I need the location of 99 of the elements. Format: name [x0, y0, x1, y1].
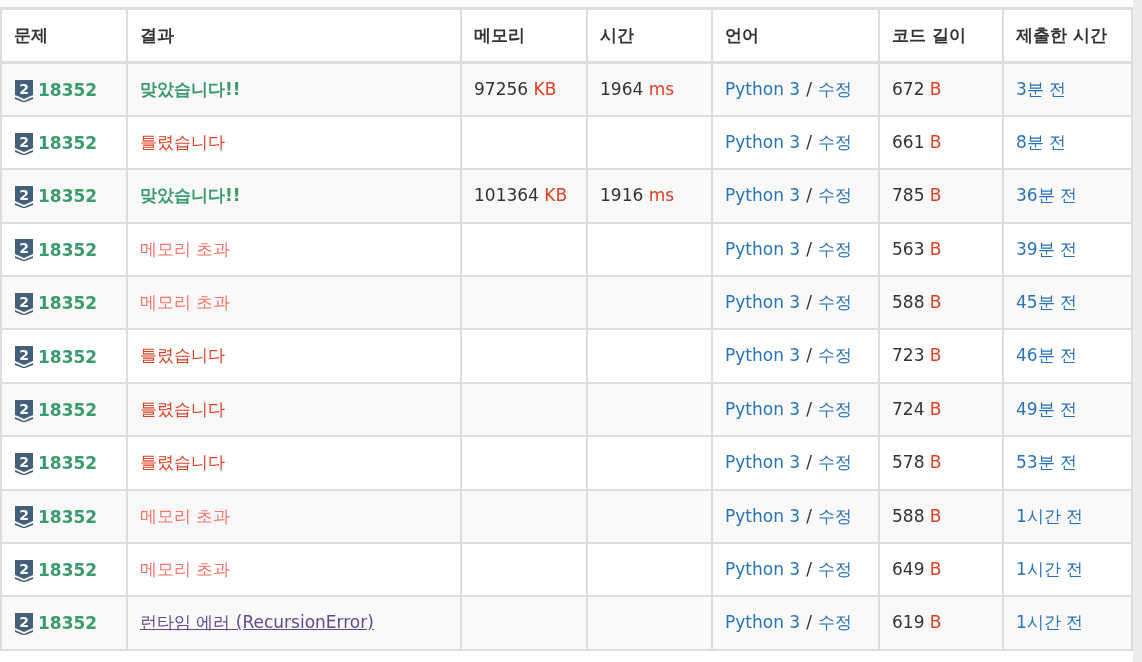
- problem-link[interactable]: 18352: [38, 237, 98, 264]
- code-length-text: 649 B: [892, 558, 942, 579]
- separator-slash: /: [806, 452, 812, 473]
- result-text: 틀렸습니다: [140, 452, 225, 473]
- column-header: 언어: [725, 24, 759, 45]
- code-length-text: 723 B: [892, 345, 942, 366]
- tier-badge: 2: [14, 506, 34, 529]
- code-length-text: 619 B: [892, 612, 942, 633]
- separator-slash: /: [806, 185, 812, 206]
- tier-badge: 2: [14, 186, 34, 209]
- submitted-time-link[interactable]: 8분 전: [1016, 131, 1067, 152]
- submitted-time-link[interactable]: 39분 전: [1016, 238, 1078, 259]
- language-link[interactable]: Python 3: [725, 131, 801, 152]
- tier-badge: 2: [14, 292, 34, 315]
- memory-text: 101364 KB: [474, 185, 568, 206]
- tier-badge: 2: [14, 399, 34, 422]
- language-link[interactable]: Python 3: [725, 505, 801, 526]
- edit-link[interactable]: 수정: [817, 505, 852, 526]
- edit-link[interactable]: 수정: [817, 78, 852, 99]
- result-text: 메모리 초과: [140, 238, 231, 259]
- code-length-text: 724 B: [892, 398, 942, 419]
- edit-link[interactable]: 수정: [817, 238, 852, 259]
- separator-slash: /: [806, 505, 812, 526]
- submitted-time-link[interactable]: 46분 전: [1016, 345, 1078, 366]
- column-header: 코드 길이: [892, 24, 966, 45]
- language-link[interactable]: Python 3: [725, 558, 801, 579]
- problem-link[interactable]: 18352: [38, 184, 98, 210]
- code-length-text: 588 B: [892, 505, 942, 526]
- problem-link[interactable]: 18352: [38, 130, 98, 157]
- code-length-text: 661 B: [892, 131, 942, 152]
- problem-link[interactable]: 18352: [38, 77, 98, 104]
- language-link[interactable]: Python 3: [725, 292, 801, 312]
- separator-slash: /: [806, 612, 812, 633]
- submitted-time-link[interactable]: 36분 전: [1016, 185, 1078, 206]
- separator-slash: /: [806, 292, 812, 312]
- problem-link[interactable]: 18352: [38, 451, 98, 477]
- column-header: 제출한 시간: [1016, 24, 1107, 45]
- language-link[interactable]: Python 3: [725, 398, 801, 419]
- submitted-time-link[interactable]: 49분 전: [1016, 398, 1078, 419]
- submitted-time-link[interactable]: 1시간 전: [1016, 612, 1084, 633]
- edit-link[interactable]: 수정: [817, 558, 852, 579]
- edit-link[interactable]: 수정: [817, 131, 852, 152]
- result-text: 메모리 초과: [140, 292, 231, 312]
- language-link[interactable]: Python 3: [725, 185, 801, 206]
- edit-link[interactable]: 수정: [817, 185, 852, 206]
- result-text: 틀렸습니다: [140, 131, 225, 152]
- separator-slash: /: [806, 345, 812, 366]
- problem-link[interactable]: 18352: [38, 291, 98, 317]
- language-link[interactable]: Python 3: [725, 452, 801, 473]
- language-link[interactable]: Python 3: [725, 78, 801, 99]
- code-length-text: 785 B: [892, 185, 942, 206]
- separator-slash: /: [806, 238, 812, 259]
- result-text: 틀렸습니다: [140, 398, 225, 419]
- problem-link[interactable]: 18352: [38, 397, 98, 424]
- tier-badge: 2: [14, 79, 34, 102]
- column-header: 결과: [140, 24, 174, 45]
- language-link[interactable]: Python 3: [725, 612, 801, 633]
- separator-slash: /: [806, 78, 812, 99]
- tier-badge: 2: [14, 346, 34, 369]
- code-length-text: 588 B: [892, 292, 942, 312]
- language-link[interactable]: Python 3: [725, 238, 801, 259]
- problem-link[interactable]: 18352: [38, 504, 98, 531]
- edit-link[interactable]: 수정: [817, 292, 852, 312]
- result-text: 메모리 초과: [140, 505, 231, 526]
- edit-link[interactable]: 수정: [817, 452, 852, 473]
- memory-text: 97256 KB: [474, 78, 557, 99]
- tier-badge: 2: [14, 559, 34, 582]
- tier-badge: 2: [14, 132, 34, 155]
- time-text: 1964 ms: [600, 78, 675, 99]
- column-header: 메모리: [474, 24, 525, 45]
- code-length-text: 563 B: [892, 238, 942, 259]
- edit-link[interactable]: 수정: [817, 612, 852, 633]
- separator-slash: /: [806, 398, 812, 419]
- time-text: 1916 ms: [600, 185, 675, 206]
- problem-link[interactable]: 18352: [38, 611, 98, 637]
- result-text: 틀렸습니다: [140, 345, 225, 366]
- tier-badge: 2: [14, 239, 34, 262]
- result-link[interactable]: 런타임 에러 (RecursionError): [140, 612, 374, 633]
- submitted-time-link[interactable]: 1시간 전: [1016, 505, 1084, 526]
- column-header: 시간: [600, 24, 634, 45]
- submitted-time-link[interactable]: 1시간 전: [1016, 558, 1084, 579]
- problem-link[interactable]: 18352: [38, 558, 98, 584]
- result-text: 맞았습니다!!: [140, 78, 241, 99]
- separator-slash: /: [806, 558, 812, 579]
- code-length-text: 578 B: [892, 452, 942, 473]
- separator-slash: /: [806, 131, 812, 152]
- edit-link[interactable]: 수정: [817, 398, 852, 419]
- language-link[interactable]: Python 3: [725, 345, 801, 366]
- submitted-time-link[interactable]: 45분 전: [1016, 292, 1078, 312]
- submitted-time-link[interactable]: 3분 전: [1016, 78, 1067, 99]
- result-text: 맞았습니다!!: [140, 185, 241, 206]
- column-header: 문제: [14, 24, 48, 45]
- code-length-text: 672 B: [892, 78, 942, 99]
- tier-badge: 2: [14, 613, 34, 636]
- edit-link[interactable]: 수정: [817, 345, 852, 366]
- result-text: 메모리 초과: [140, 558, 231, 579]
- submitted-time-link[interactable]: 53분 전: [1016, 452, 1078, 473]
- tier-badge: 2: [14, 453, 34, 476]
- problem-link[interactable]: 18352: [38, 344, 98, 370]
